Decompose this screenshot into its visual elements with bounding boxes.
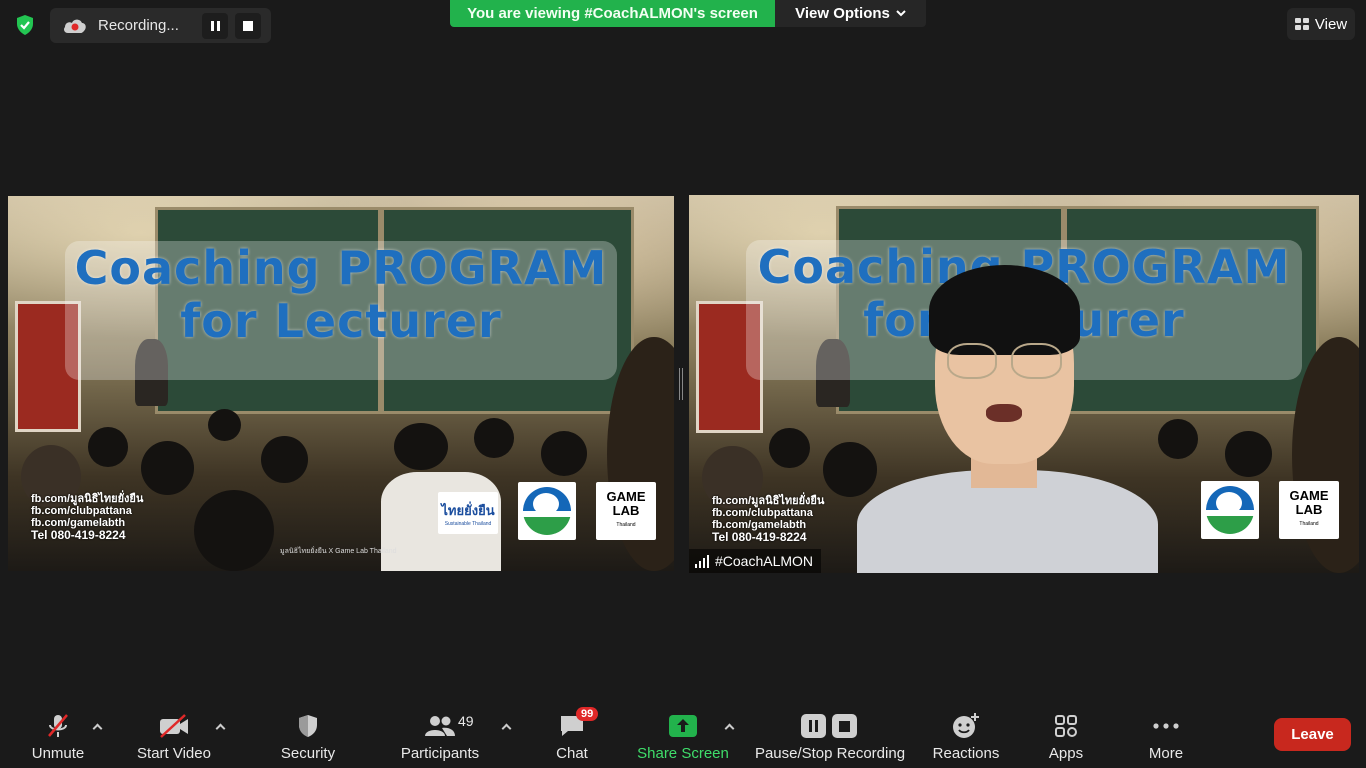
view-button[interactable]: View (1287, 8, 1355, 40)
participant-name: #CoachALMON (715, 553, 814, 569)
cloud-recording-icon (62, 16, 88, 36)
reactions-label: Reactions (932, 745, 1000, 762)
pause-stop-recording-button[interactable]: Pause/Stop Recording (752, 704, 908, 768)
foundation-circle-logo (1201, 481, 1259, 539)
more-button[interactable]: More (1140, 704, 1192, 768)
pause-stop-icon (800, 711, 860, 741)
video-options-caret[interactable] (213, 720, 227, 732)
share-options-caret[interactable] (722, 720, 736, 732)
contact-line: fb.com/มูลนิธิไทยยั่งยืน (712, 495, 825, 507)
foundation-circle-logo (518, 482, 576, 540)
participants-button[interactable]: 49 Participants (396, 704, 484, 768)
viewing-screen-banner: You are viewing #CoachALMON's screen (450, 0, 775, 27)
connection-signal-icon (695, 554, 709, 568)
view-label: View (1314, 15, 1348, 33)
pause-icon (210, 20, 220, 31)
reactions-icon (951, 711, 981, 741)
recording-indicator: Recording... (50, 8, 271, 43)
contact-line: fb.com/clubpattana (31, 505, 132, 517)
pause-recording-button[interactable] (202, 12, 228, 39)
security-shield-icon[interactable] (8, 8, 42, 42)
game-lab-logo: GAME LAB Thailand (1279, 481, 1339, 539)
view-options-label: View Options (795, 5, 890, 22)
contact-line: fb.com/มูลนิธิไทยยั่งยืน (31, 493, 144, 505)
unmute-label: Unmute (31, 745, 85, 762)
contact-phone: Tel 080-419-8224 (31, 528, 126, 542)
chat-icon: 99 (558, 707, 599, 741)
slide-contacts: fb.com/มูลนิธิไทยยั่งยืน fb.com/clubpatt… (31, 493, 143, 541)
apps-label: Apps (1048, 745, 1084, 762)
chat-button[interactable]: 99 Chat (548, 704, 599, 768)
slide-footer-note: มูลนิธิไทยยั่งยืน X Game Lab Thailand (280, 548, 397, 555)
recording-label: Recording... (98, 17, 179, 34)
pause-stop-recording-label: Pause/Stop Recording (754, 745, 906, 762)
gallery-view-icon (1294, 18, 1309, 30)
chevron-down-icon (896, 10, 906, 17)
reactions-button[interactable]: Reactions (930, 704, 1002, 768)
participants-label: Participants (400, 745, 480, 762)
start-video-label: Start Video (137, 745, 211, 762)
apps-button[interactable]: Apps (1040, 704, 1092, 768)
participants-count: 49 (458, 713, 474, 729)
security-button[interactable]: Security (276, 704, 340, 768)
meeting-toolbar: Unmute Start Video Security 49 Participa… (0, 704, 1366, 768)
participants-options-caret[interactable] (499, 720, 513, 732)
stop-icon (243, 20, 253, 31)
share-screen-button[interactable]: Share Screen (636, 704, 730, 768)
audio-options-caret[interactable] (90, 720, 104, 732)
view-options-button[interactable]: View Options (775, 0, 926, 27)
participant-name-tag: #CoachALMON (689, 549, 822, 573)
start-video-button[interactable]: Start Video (132, 704, 216, 768)
contact-phone: Tel 080-419-8224 (712, 530, 807, 544)
game-lab-logo: GAME LAB Thailand (596, 482, 656, 540)
presenter-person (856, 264, 1158, 573)
more-label: More (1148, 745, 1184, 762)
chat-label: Chat (556, 745, 588, 762)
share-screen-icon (668, 711, 698, 741)
leave-button[interactable]: Leave (1274, 718, 1351, 751)
shield-icon (296, 711, 320, 741)
chat-unread-badge: 99 (576, 707, 599, 721)
more-dots-icon (1152, 711, 1180, 741)
video-off-icon (158, 711, 190, 741)
shared-screen-tile[interactable]: Coaching PROGRAM for Lecturer fb.com/มูล… (8, 196, 674, 571)
apps-icon (1053, 711, 1079, 741)
slide-title-line1: Coaching PROGRAM (74, 241, 608, 295)
slide-contacts: fb.com/มูลนิธิไทยยั่งยืน fb.com/clubpatt… (712, 495, 824, 543)
stop-recording-button[interactable] (235, 12, 261, 39)
unmute-button[interactable]: Unmute (22, 704, 94, 768)
participant-video-tile[interactable]: Coaching PROGRAM for Lecturer fb.com/มูล… (689, 195, 1359, 573)
participants-icon: 49 (424, 711, 474, 741)
share-screen-label: Share Screen (637, 745, 729, 762)
security-label: Security (280, 745, 336, 762)
thai-yangyuen-logo: ไทยยั่งยืน Sustainable Thailand (438, 492, 498, 534)
microphone-muted-icon (44, 711, 72, 741)
contact-line: fb.com/clubpattana (712, 507, 813, 519)
split-view-divider[interactable] (679, 368, 683, 400)
slide-title-line2: for Lecturer (180, 293, 502, 348)
